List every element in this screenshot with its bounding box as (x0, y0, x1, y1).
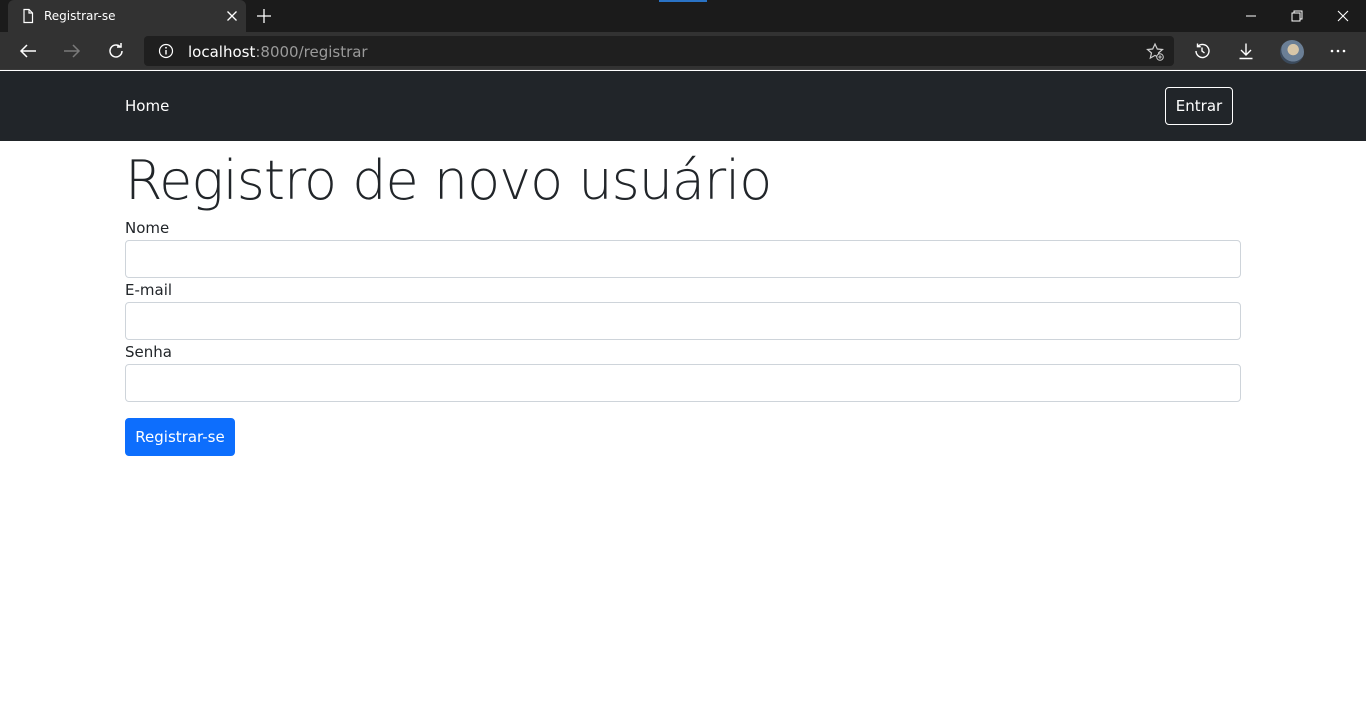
restore-icon[interactable] (1274, 0, 1320, 32)
close-icon[interactable] (224, 8, 240, 24)
register-button[interactable]: Registrar-se (125, 418, 235, 456)
url-path: :8000/registrar (255, 43, 368, 61)
forward-arrow-icon[interactable] (60, 39, 84, 63)
profile-avatar[interactable] (1280, 40, 1304, 64)
password-label: Senha (125, 343, 172, 361)
back-arrow-icon[interactable] (16, 39, 40, 63)
email-label: E-mail (125, 281, 173, 299)
name-field[interactable] (125, 240, 1241, 278)
browser-toolbar: localhost:8000/registrar (0, 32, 1366, 70)
browser-tab[interactable]: Registrar-se (8, 0, 246, 32)
reload-icon[interactable] (104, 39, 128, 63)
download-icon[interactable] (1235, 40, 1257, 62)
info-icon[interactable] (158, 43, 174, 64)
email-field[interactable] (125, 302, 1241, 340)
tab-title: Registrar-se (44, 9, 116, 23)
plus-icon[interactable] (254, 6, 274, 26)
browser-tabbar: Registrar-se (0, 0, 1366, 32)
history-icon[interactable] (1191, 40, 1213, 62)
favorite-star-icon[interactable] (1145, 42, 1165, 67)
login-button[interactable]: Entrar (1165, 87, 1233, 125)
address-bar[interactable]: localhost:8000/registrar (144, 36, 1174, 66)
minimize-icon[interactable] (1228, 0, 1274, 32)
more-options-icon[interactable] (1327, 40, 1349, 62)
password-field[interactable] (125, 364, 1241, 402)
close-window-icon[interactable] (1320, 0, 1366, 32)
url-text[interactable]: localhost:8000/registrar (188, 43, 368, 61)
site-navbar: Home Entrar (0, 71, 1366, 141)
name-label: Nome (125, 219, 170, 237)
home-link[interactable]: Home (125, 97, 169, 115)
url-host: localhost (188, 43, 256, 61)
page-icon (20, 8, 36, 29)
tab-accent (659, 0, 707, 2)
page-title: Registro de novo usuário (125, 149, 772, 212)
